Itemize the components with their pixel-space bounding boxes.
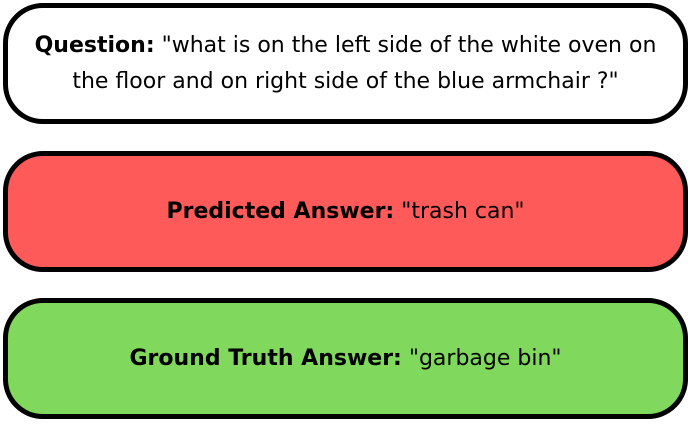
predicted-answer-value: "trash can" xyxy=(394,198,525,224)
ground-truth-answer-text: Ground Truth Answer: "garbage bin" xyxy=(129,341,561,377)
question-value: "what is on the left side of the white o… xyxy=(72,32,657,94)
ground-truth-answer-box: Ground Truth Answer: "garbage bin" xyxy=(3,298,688,419)
predicted-answer-label: Predicted Answer: xyxy=(166,198,395,224)
question-box: Question: "what is on the left side of t… xyxy=(3,3,688,124)
ground-truth-answer-value: "garbage bin" xyxy=(401,345,562,371)
question-text: Question: "what is on the left side of t… xyxy=(16,28,675,100)
predicted-answer-text: Predicted Answer: "trash can" xyxy=(166,194,524,230)
predicted-answer-box: Predicted Answer: "trash can" xyxy=(3,151,688,272)
question-label: Question: xyxy=(34,32,155,58)
ground-truth-answer-label: Ground Truth Answer: xyxy=(129,345,402,371)
